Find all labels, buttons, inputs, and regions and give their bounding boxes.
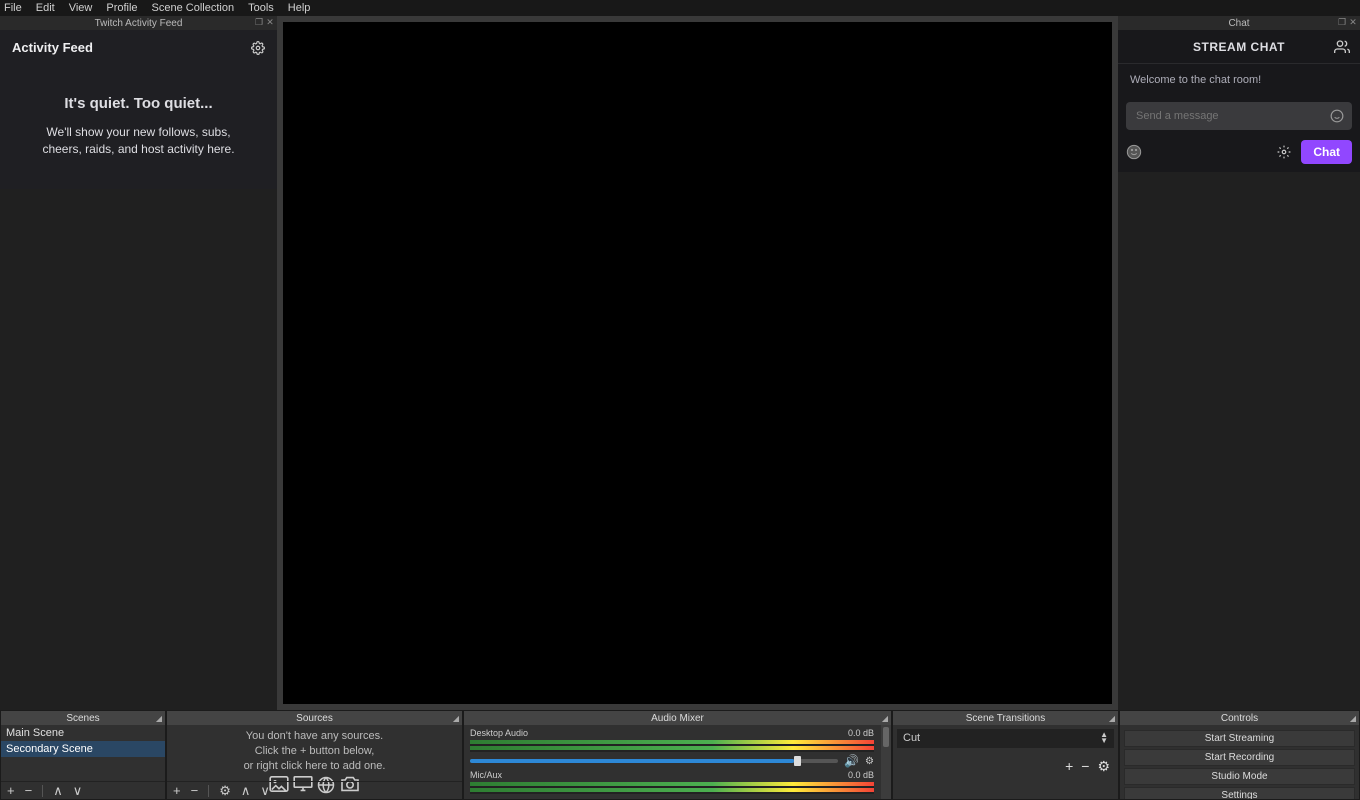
scenes-title: Scenes — [66, 713, 99, 724]
transition-select[interactable]: Cut ▲▼ — [897, 729, 1114, 748]
controls-panel: Controls ◢ Start Streaming Start Recordin… — [1119, 710, 1360, 800]
menu-help[interactable]: Help — [288, 2, 311, 14]
transition-selected-value: Cut — [903, 732, 920, 744]
studio-mode-button[interactable]: Studio Mode — [1124, 768, 1355, 785]
activity-empty-title: It's quiet. Too quiet... — [28, 95, 249, 112]
speaker-icon[interactable]: 🔊 — [844, 754, 859, 768]
chat-dock-close-icon[interactable]: ✕ — [1348, 17, 1358, 27]
sources-panel: Sources ◢ You don't have any sources. Cli… — [166, 710, 463, 800]
chat-dock-undock-icon[interactable]: ❐ — [1337, 17, 1347, 27]
mixer-track-db: 0.0 dB — [848, 770, 874, 780]
chat-heading: STREAM CHAT — [1193, 40, 1285, 54]
menu-view[interactable]: View — [69, 2, 93, 14]
mixer-title: Audio Mixer — [651, 713, 704, 724]
start-recording-button[interactable]: Start Recording — [1124, 749, 1355, 766]
mixer-track-name: Desktop Audio — [470, 728, 528, 738]
activity-dock-label: Twitch Activity Feed — [95, 18, 183, 29]
chat-settings-icon[interactable] — [1277, 145, 1291, 159]
mixer-track-db: 0.0 dB — [848, 728, 874, 738]
chat-input[interactable] — [1126, 102, 1352, 130]
track-settings-icon[interactable]: ⚙ — [865, 756, 874, 767]
move-down-icon[interactable]: ∨ — [73, 784, 83, 797]
audio-meter — [470, 740, 874, 752]
chat-panel: STREAM CHAT Welcome to the chat room! — [1118, 30, 1360, 172]
transition-settings-icon[interactable]: ⚙ — [1097, 758, 1110, 775]
mixer-grip-icon[interactable]: ◢ — [882, 714, 888, 723]
chat-dock-title: Chat ❐ ✕ — [1118, 16, 1360, 30]
users-icon[interactable] — [1334, 39, 1350, 55]
remove-icon[interactable]: − — [191, 784, 199, 797]
chat-dock-label: Chat — [1228, 18, 1249, 29]
menu-tools[interactable]: Tools — [248, 2, 274, 14]
scenes-panel: Scenes ◢ Main Scene Secondary Scene + − ∧… — [0, 710, 166, 800]
activity-feed-panel: Activity Feed It's quiet. Too quiet... W… — [0, 30, 277, 189]
source-settings-icon[interactable]: ⚙ — [219, 784, 231, 797]
move-up-icon[interactable]: ∧ — [241, 784, 251, 797]
move-up-icon[interactable]: ∧ — [53, 784, 63, 797]
activity-empty-line2: cheers, raids, and host activity here. — [42, 142, 234, 156]
activity-dock-title: Twitch Activity Feed ❐ ✕ — [0, 16, 277, 30]
activity-feed-heading: Activity Feed — [12, 40, 93, 55]
move-down-icon[interactable]: ∨ — [260, 784, 270, 797]
add-icon[interactable]: + — [173, 784, 181, 797]
gear-icon[interactable] — [251, 41, 265, 55]
audio-meter — [470, 782, 874, 794]
sources-grip-icon[interactable]: ◢ — [453, 714, 459, 723]
menu-bar: File Edit View Profile Scene Collection … — [0, 0, 1360, 16]
sources-title: Sources — [296, 713, 333, 724]
menu-edit[interactable]: Edit — [36, 2, 55, 14]
smiley-icon[interactable] — [1126, 144, 1142, 160]
controls-title: Controls — [1221, 713, 1258, 724]
transitions-grip-icon[interactable]: ◢ — [1109, 714, 1115, 723]
activity-empty-line1: We'll show your new follows, subs, — [46, 125, 230, 139]
activity-dock-undock-icon[interactable]: ❐ — [254, 17, 264, 27]
scene-item[interactable]: Secondary Scene — [1, 741, 165, 757]
scrollbar[interactable] — [881, 725, 891, 799]
emoticon-icon[interactable] — [1330, 109, 1344, 123]
scene-item[interactable]: Main Scene — [1, 725, 165, 741]
activity-dock-close-icon[interactable]: ✕ — [265, 17, 275, 27]
start-streaming-button[interactable]: Start Streaming — [1124, 730, 1355, 747]
menu-scene-collection[interactable]: Scene Collection — [152, 2, 235, 14]
preview-canvas[interactable] — [283, 22, 1112, 704]
menu-profile[interactable]: Profile — [106, 2, 137, 14]
dropdown-stepper-icon[interactable]: ▲▼ — [1100, 732, 1108, 745]
chat-send-button[interactable]: Chat — [1301, 140, 1352, 164]
sources-empty-line1: You don't have any sources. — [175, 729, 454, 744]
mixer-track-name: Mic/Aux — [470, 770, 502, 780]
add-icon[interactable]: + — [1065, 758, 1073, 775]
volume-slider[interactable] — [470, 759, 838, 763]
chat-welcome: Welcome to the chat room! — [1130, 74, 1261, 86]
remove-icon[interactable]: − — [25, 784, 33, 797]
scenes-grip-icon[interactable]: ◢ — [156, 714, 162, 723]
preview-area[interactable] — [277, 16, 1118, 710]
add-icon[interactable]: + — [7, 784, 15, 797]
sources-empty-line3: or right click here to add one. — [175, 759, 454, 774]
remove-icon[interactable]: − — [1081, 758, 1089, 775]
settings-button[interactable]: Settings — [1124, 787, 1355, 799]
transitions-title: Scene Transitions — [966, 713, 1046, 724]
controls-grip-icon[interactable]: ◢ — [1350, 714, 1356, 723]
sources-empty-line2: Click the + button below, — [175, 744, 454, 759]
menu-file[interactable]: File — [4, 2, 22, 14]
transitions-panel: Scene Transitions ◢ Cut ▲▼ + − ⚙ — [892, 710, 1119, 800]
audio-mixer-panel: Audio Mixer ◢ Desktop Audio 0.0 dB 🔊 ⚙ — [463, 710, 892, 800]
